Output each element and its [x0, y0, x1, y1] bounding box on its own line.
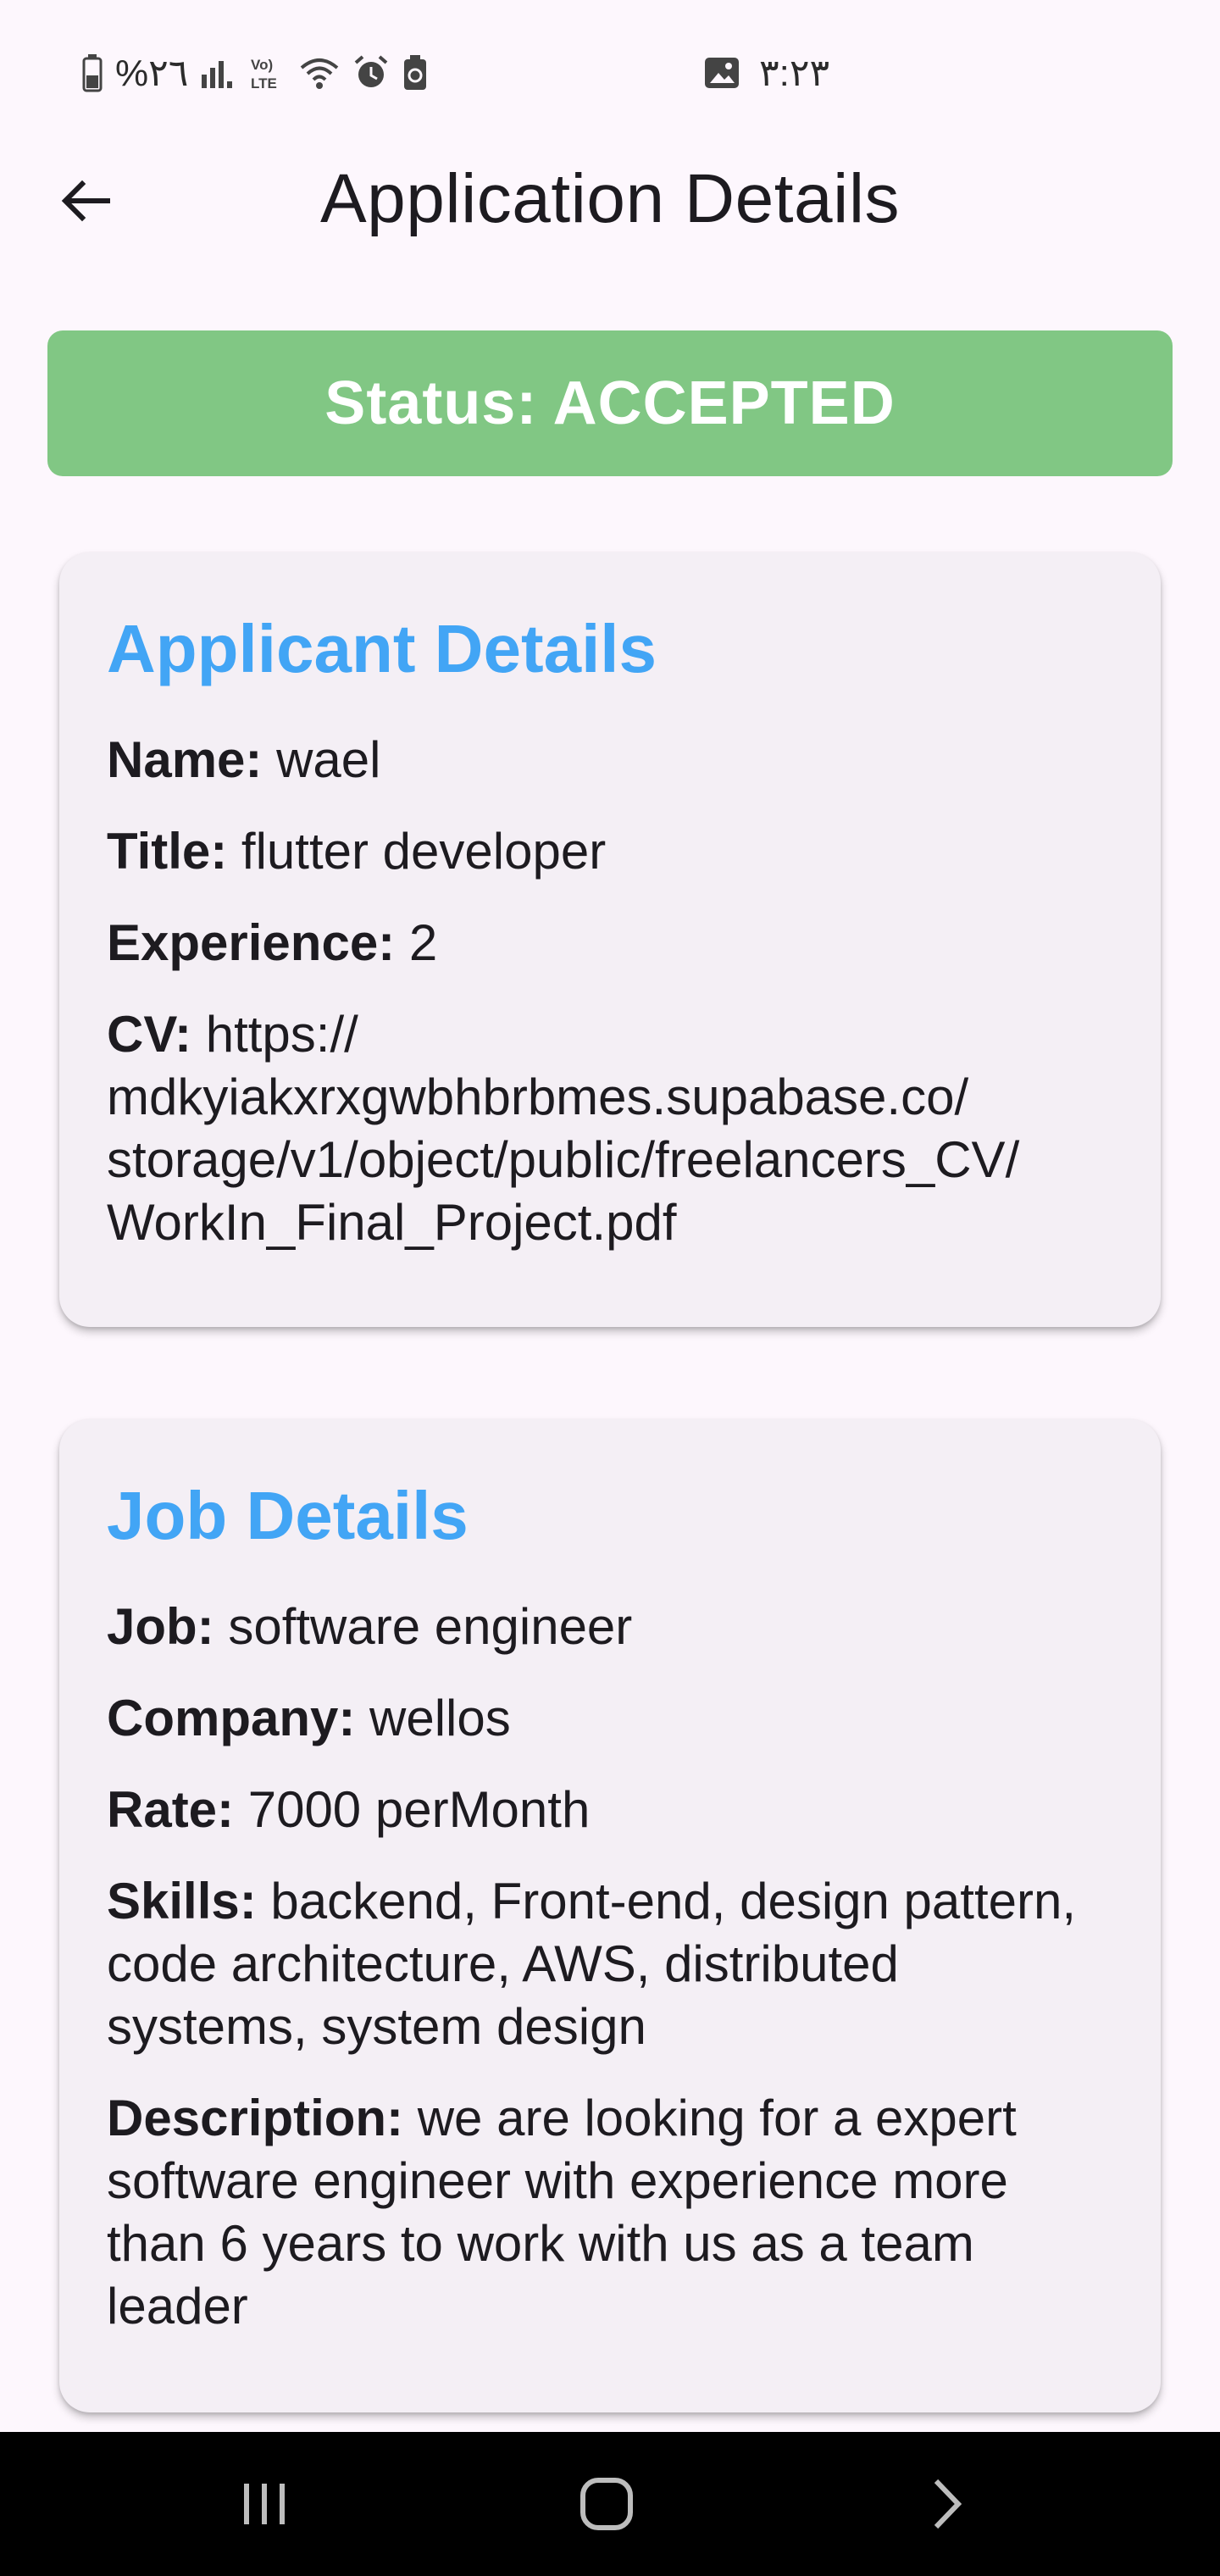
wifi-icon	[298, 56, 341, 90]
system-navigation-bar	[0, 2432, 1220, 2576]
cv-link[interactable]: https:// mdkyiakxrxgwbhbrbmes.supabase.c…	[107, 1006, 1019, 1251]
field-label: Name:	[107, 731, 263, 788]
job-company-row: Company: wellos	[107, 1687, 1113, 1750]
clock-time: ٣:٢٣	[759, 52, 830, 94]
system-status-bar: %٢٦ Vo) LTE ٣:٢٣	[0, 0, 1220, 144]
back-nav-button[interactable]	[896, 2462, 998, 2546]
field-value: software engineer	[228, 1598, 633, 1655]
job-rate-row: Rate: 7000 perMonth	[107, 1779, 1113, 1841]
field-label: Experience:	[107, 914, 396, 971]
job-details-card: Job Details Job: software engineer Compa…	[59, 1419, 1161, 2412]
volte-icon: Vo) LTE	[247, 54, 286, 92]
app-bar: Application Details	[0, 144, 1220, 258]
back-icon	[926, 2476, 968, 2532]
page-title: Application Details	[319, 160, 901, 237]
applicant-experience-row: Experience: 2	[107, 912, 1113, 974]
job-description-row: Description: we are looking for a expert…	[107, 2087, 1113, 2338]
field-value: 2	[408, 914, 438, 971]
alarm-icon	[352, 54, 390, 92]
field-label: Company:	[107, 1690, 356, 1746]
recent-apps-icon	[239, 2479, 290, 2529]
svg-text:LTE: LTE	[251, 75, 277, 92]
status-icons-left: %٢٦ Vo) LTE	[81, 49, 429, 97]
recycle-icon	[402, 54, 429, 92]
gallery-icon	[703, 56, 740, 90]
battery-percent: %٢٦	[115, 52, 189, 94]
applicant-cv-row: CV: https:// mdkyiakxrxgwbhbrbmes.supaba…	[107, 1003, 1113, 1254]
applicant-title-row: Title: flutter developer	[107, 820, 1113, 883]
applicant-details-card: Applicant Details Name: wael Title: flut…	[59, 552, 1161, 1327]
status-icons-right: ٣:٢٣	[703, 49, 829, 97]
field-label: Title:	[107, 823, 228, 880]
status-badge: Status: ACCEPTED	[47, 330, 1173, 476]
card-title: Job Details	[107, 1478, 469, 1553]
field-value: wellos	[369, 1690, 511, 1746]
field-value: 7000 perMonth	[247, 1781, 591, 1838]
recent-apps-button[interactable]	[214, 2462, 315, 2546]
signal-icon	[200, 56, 236, 90]
job-skills-row: Skills: backend, Front-end, design patte…	[107, 1870, 1113, 2058]
field-label: Rate:	[107, 1781, 235, 1838]
field-label: Skills:	[107, 1873, 257, 1929]
svg-text:Vo): Vo)	[251, 57, 273, 73]
field-value: wael	[276, 731, 381, 788]
job-name-row: Job: software engineer	[107, 1596, 1113, 1658]
card-title: Applicant Details	[107, 611, 657, 686]
home-button[interactable]	[556, 2462, 657, 2546]
home-icon	[579, 2476, 635, 2532]
field-label: CV:	[107, 1006, 192, 1063]
field-value: flutter developer	[241, 823, 607, 880]
battery-icon	[81, 53, 103, 92]
field-label: Job:	[107, 1598, 214, 1655]
applicant-name-row: Name: wael	[107, 729, 1113, 791]
field-label: Description:	[107, 2090, 404, 2146]
